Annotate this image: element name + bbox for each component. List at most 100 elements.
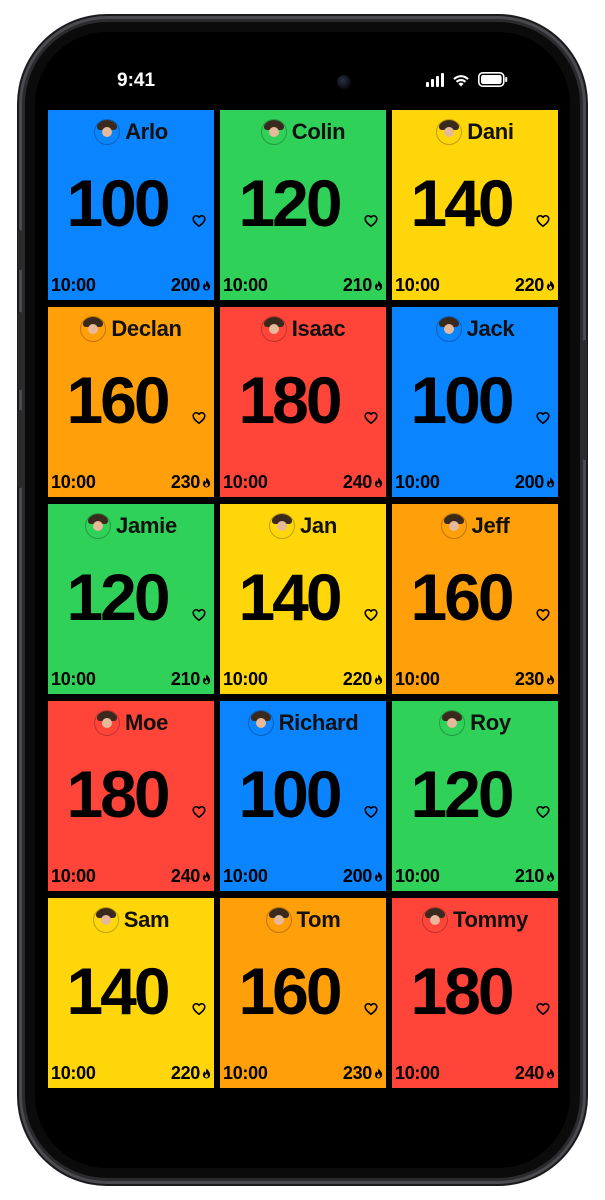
- athlete-name: Isaac: [291, 316, 346, 341]
- athlete-tile[interactable]: Dani 140 10:00 220: [392, 110, 558, 300]
- avatar: [260, 119, 287, 145]
- max-heart-rate-value: 240: [342, 472, 372, 492]
- elapsed-time: 10:00: [51, 669, 96, 689]
- athlete-name: Jack: [466, 316, 515, 341]
- heart-rate-value: 100: [238, 757, 342, 831]
- athlete-name: Sam: [123, 907, 170, 932]
- max-heart-rate: 230: [343, 1063, 383, 1084]
- tile-header: Arlo: [48, 119, 214, 145]
- flame-icon: [546, 871, 555, 882]
- max-heart-rate: 200: [343, 866, 383, 887]
- tile-footer: 10:00 230: [223, 1063, 383, 1084]
- heart-outline-icon: [192, 214, 206, 228]
- heart-outline-icon: [536, 411, 550, 425]
- athlete-tile[interactable]: Declan 160 10:00 230: [48, 307, 214, 497]
- max-heart-rate-value: 240: [514, 1063, 544, 1083]
- screen: 9:41 Arlo 100 10:00 200 Colin 120 10:00 …: [35, 32, 570, 1168]
- heart-outline-icon: [536, 214, 550, 228]
- heart-rate-value: 160: [410, 560, 514, 634]
- max-heart-rate: 240: [515, 1063, 555, 1084]
- flame-icon: [202, 871, 211, 882]
- athlete-name: Dani: [467, 119, 514, 144]
- max-heart-rate: 210: [343, 275, 383, 296]
- max-heart-rate-value: 210: [342, 275, 372, 295]
- tile-header: Roy: [392, 710, 558, 736]
- status-icons: [426, 72, 508, 87]
- max-heart-rate-value: 200: [514, 472, 544, 492]
- max-heart-rate-value: 220: [170, 1063, 200, 1083]
- flame-icon: [374, 1068, 383, 1079]
- max-heart-rate-value: 210: [170, 669, 200, 689]
- tile-header: Isaac: [220, 316, 386, 342]
- heart-rate-value: 100: [66, 166, 170, 240]
- battery-icon: [478, 72, 508, 87]
- avatar: [260, 316, 287, 342]
- elapsed-time: 10:00: [223, 1063, 268, 1083]
- tile-header: Sam: [48, 907, 214, 933]
- max-heart-rate: 230: [171, 472, 211, 493]
- athlete-name: Tommy: [452, 907, 529, 932]
- heart-rate-value: 180: [238, 363, 342, 437]
- heart-outline-icon: [364, 411, 378, 425]
- avatar: [268, 513, 295, 539]
- action-button: [18, 230, 22, 270]
- athlete-name: Moe: [124, 710, 169, 735]
- athlete-tile[interactable]: Sam 140 10:00 220: [48, 898, 214, 1088]
- avatar: [265, 907, 292, 933]
- flame-icon: [546, 674, 555, 685]
- athlete-tile[interactable]: Richard 100 10:00 200: [220, 701, 386, 891]
- tile-header: Moe: [48, 710, 214, 736]
- athlete-tile[interactable]: Isaac 180 10:00 240: [220, 307, 386, 497]
- tile-footer: 10:00 220: [51, 1063, 211, 1084]
- wifi-icon: [452, 73, 470, 87]
- tile-footer: 10:00 210: [51, 669, 211, 690]
- athlete-tile[interactable]: Jack 100 10:00 200: [392, 307, 558, 497]
- athlete-tile[interactable]: Tommy 180 10:00 240: [392, 898, 558, 1088]
- athlete-tile[interactable]: Arlo 100 10:00 200: [48, 110, 214, 300]
- athlete-tile[interactable]: Colin 120 10:00 210: [220, 110, 386, 300]
- tile-header: Jack: [392, 316, 558, 342]
- heart-rate-value: 140: [66, 954, 170, 1028]
- avatar: [435, 316, 462, 342]
- power-button: [583, 340, 587, 460]
- avatar: [92, 907, 119, 933]
- athlete-tile[interactable]: Tom 160 10:00 230: [220, 898, 386, 1088]
- flame-icon: [374, 674, 383, 685]
- max-heart-rate: 230: [515, 669, 555, 690]
- avatar: [436, 119, 463, 145]
- avatar: [247, 710, 274, 736]
- heart-outline-icon: [364, 214, 378, 228]
- max-heart-rate-value: 230: [342, 1063, 372, 1083]
- elapsed-time: 10:00: [223, 669, 268, 689]
- avatar: [93, 710, 120, 736]
- flame-icon: [374, 871, 383, 882]
- max-heart-rate-value: 230: [514, 669, 544, 689]
- tile-header: Richard: [220, 710, 386, 736]
- tile-footer: 10:00 240: [395, 1063, 555, 1084]
- athlete-tile[interactable]: Jamie 120 10:00 210: [48, 504, 214, 694]
- max-heart-rate-value: 240: [170, 866, 200, 886]
- elapsed-time: 10:00: [223, 472, 268, 492]
- athlete-tile[interactable]: Jeff 160 10:00 230: [392, 504, 558, 694]
- heart-rate-value: 120: [410, 757, 514, 831]
- status-time: 9:41: [117, 70, 156, 91]
- dynamic-island: [241, 66, 365, 100]
- status-bar: 9:41: [35, 32, 570, 118]
- tile-footer: 10:00 200: [51, 275, 211, 296]
- elapsed-time: 10:00: [395, 1063, 440, 1083]
- elapsed-time: 10:00: [395, 669, 440, 689]
- athlete-name: Arlo: [125, 119, 168, 144]
- athlete-tile[interactable]: Moe 180 10:00 240: [48, 701, 214, 891]
- athlete-tile[interactable]: Roy 120 10:00 210: [392, 701, 558, 891]
- tile-footer: 10:00 220: [395, 275, 555, 296]
- max-heart-rate: 240: [343, 472, 383, 493]
- athlete-name: Jamie: [116, 513, 177, 538]
- athlete-tile[interactable]: Jan 140 10:00 220: [220, 504, 386, 694]
- heart-outline-icon: [192, 805, 206, 819]
- max-heart-rate: 200: [515, 472, 555, 493]
- max-heart-rate-value: 220: [514, 275, 544, 295]
- tile-footer: 10:00 210: [223, 275, 383, 296]
- athlete-name: Jan: [299, 513, 337, 538]
- heart-outline-icon: [192, 1002, 206, 1016]
- volume-down-button: [18, 410, 22, 488]
